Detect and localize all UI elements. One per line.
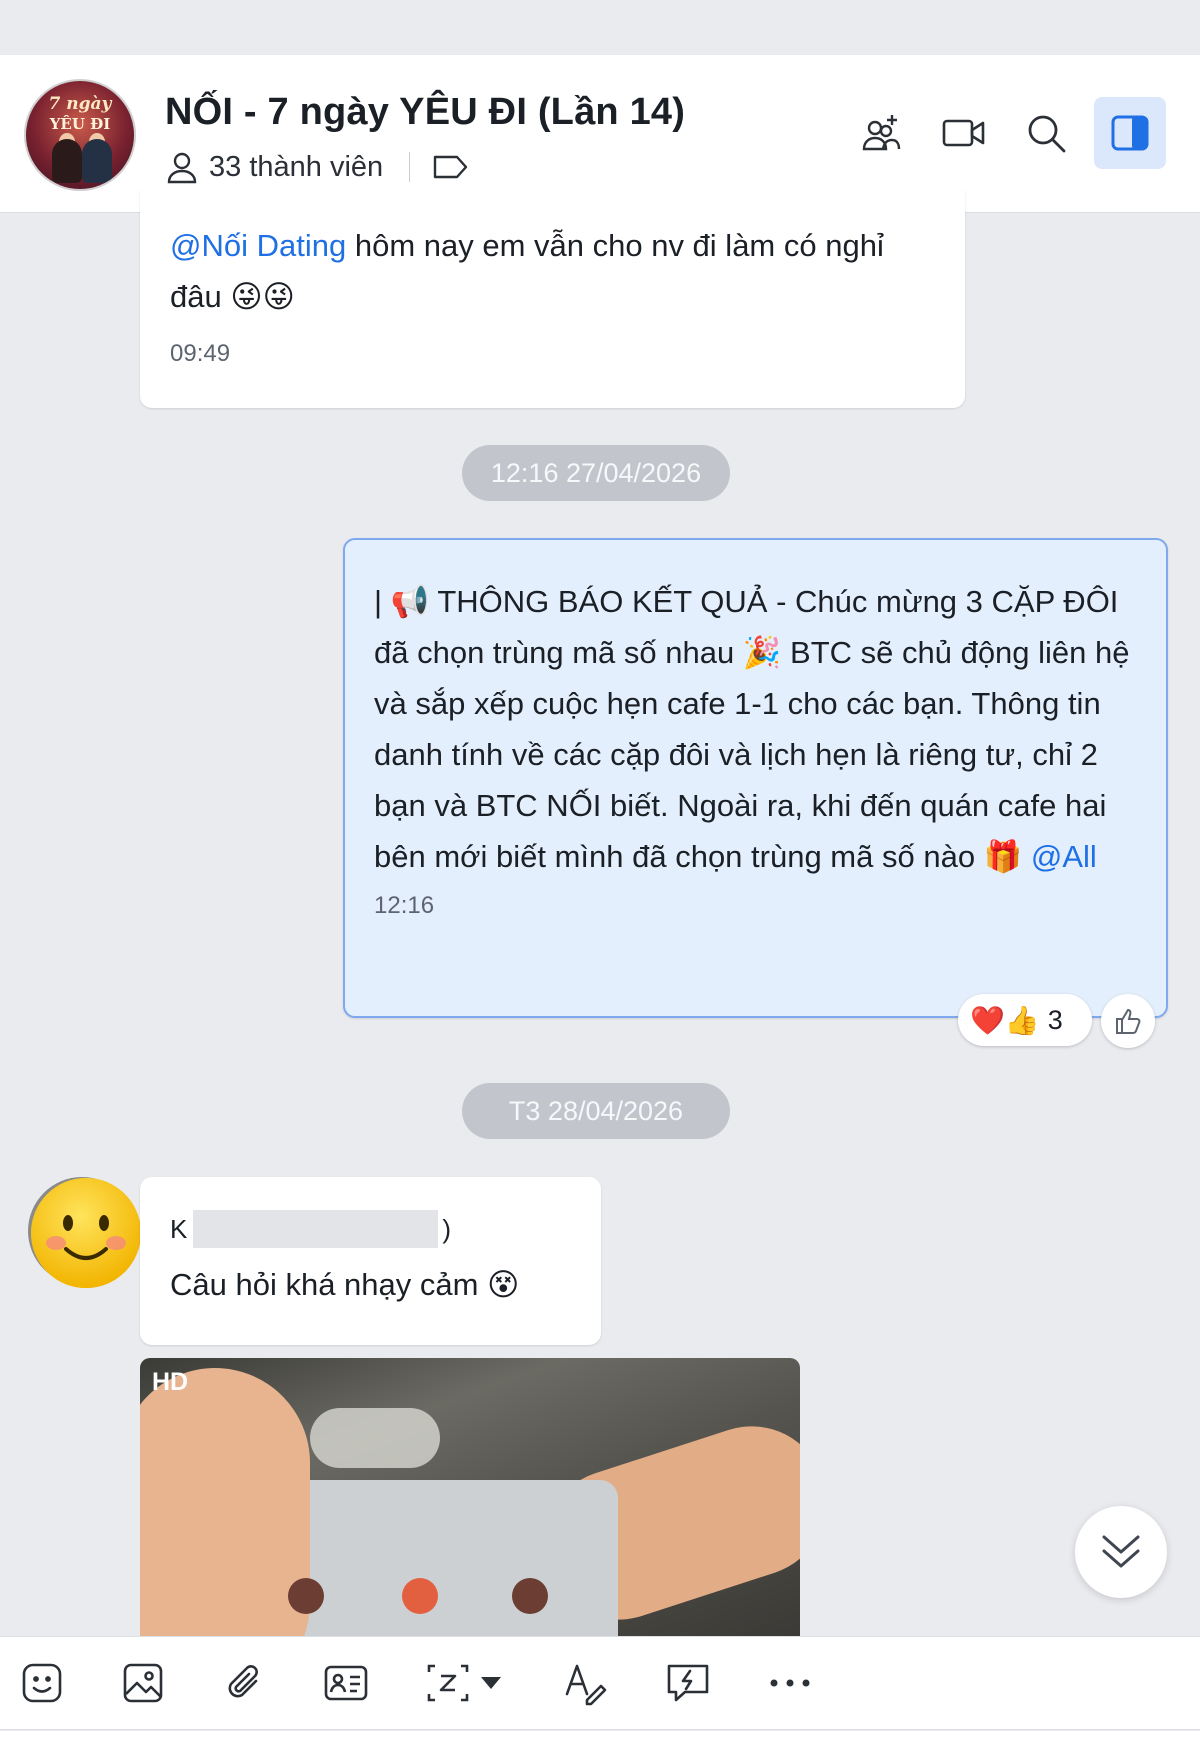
screenshot-button[interactable]: [418, 1653, 478, 1713]
photo-content: [512, 1578, 548, 1614]
quick-message-button[interactable]: [658, 1653, 718, 1713]
format-text-button[interactable]: [556, 1653, 616, 1713]
date-separator: T3 28/04/2026: [462, 1083, 730, 1139]
sender-avatar[interactable]: [26, 1175, 142, 1291]
caret-down-icon: [481, 1677, 501, 1689]
message-time: 09:49: [170, 340, 231, 367]
bottom-bar: [0, 1731, 1200, 1756]
hd-badge: HD: [152, 1368, 189, 1396]
add-member-button[interactable]: [845, 97, 917, 169]
contact-card-icon: [324, 1665, 368, 1701]
image-icon: [123, 1663, 163, 1703]
message-time: 12:16: [374, 892, 435, 919]
message-bubble-own[interactable]: | 📢 THÔNG BÁO KẾT QUẢ - Chúc mừng 3 CẶP …: [343, 538, 1168, 1018]
group-title[interactable]: NỐI - 7 ngày YÊU ĐI (Lần 14): [165, 91, 685, 134]
date-separator: 12:16 27/04/2026: [462, 445, 730, 501]
sender-name-prefix: K: [170, 1213, 188, 1244]
more-button[interactable]: [760, 1653, 820, 1713]
sender-name: K ): [170, 1209, 601, 1249]
photo-content: [402, 1578, 438, 1614]
video-call-icon: [942, 119, 985, 147]
tag-icon[interactable]: [432, 153, 470, 181]
message-body: | 📢 THÔNG BÁO KẾT QUẢ - Chúc mừng 3 CẶP …: [374, 584, 1130, 874]
screenshot-icon: [427, 1664, 469, 1702]
photo-content: [140, 1368, 310, 1636]
search-icon: [1028, 115, 1066, 153]
divider: [409, 152, 411, 182]
search-button[interactable]: [1010, 97, 1082, 169]
thumbs-up-icon: [1116, 1008, 1141, 1034]
composer-toolbar: [0, 1636, 1200, 1730]
sticker-button[interactable]: [12, 1653, 72, 1713]
attach-icon: [228, 1665, 258, 1698]
side-panel-button[interactable]: [1094, 97, 1166, 169]
more-icon: [770, 1679, 810, 1687]
side-panel-icon: [1111, 115, 1149, 151]
person-icon: [167, 152, 197, 184]
double-chevron-down-icon: [1102, 1535, 1140, 1568]
sender-name-suffix: ): [442, 1213, 452, 1244]
avatar-figure: [52, 139, 82, 183]
message-bubble[interactable]: K ) Câu hỏi khá nhạy cảm 😵: [140, 1177, 601, 1345]
sticker-icon: [22, 1663, 62, 1703]
format-text-icon: [565, 1664, 607, 1706]
status-bar: [0, 0, 1200, 55]
mention-link[interactable]: @Nối Dating: [170, 228, 346, 263]
mention-link[interactable]: @All: [1031, 839, 1097, 874]
screenshot-options-dropdown[interactable]: [474, 1653, 508, 1713]
member-info[interactable]: 33 thành viên: [165, 150, 480, 184]
video-call-button[interactable]: [928, 97, 1000, 169]
avatar-figure: [82, 139, 112, 183]
react-button[interactable]: [1101, 994, 1155, 1048]
add-member-icon: [862, 115, 901, 151]
photo-content: [288, 1578, 324, 1614]
group-avatar[interactable]: 7 ngày YÊU ĐI: [24, 79, 136, 191]
image-button[interactable]: [113, 1653, 173, 1713]
reaction-count: 3: [1047, 1004, 1063, 1035]
quick-message-icon: [667, 1664, 709, 1702]
message-body: Câu hỏi khá nhạy cảm 😵: [170, 1267, 520, 1302]
redacted-block: [193, 1210, 439, 1248]
message-text: @Nối Dating hôm nay em vẫn cho nv đi làm…: [170, 220, 935, 322]
reaction-emojis: ❤️👍: [970, 1004, 1040, 1036]
photo-content: [310, 1408, 440, 1468]
member-count: 33 thành viên: [209, 150, 384, 183]
photo-attachment[interactable]: HD: [140, 1358, 800, 1636]
attach-button[interactable]: [214, 1653, 274, 1713]
avatar-text: YÊU ĐI: [49, 115, 111, 133]
avatar-text: 7 ngày: [48, 94, 112, 114]
reaction-summary[interactable]: ❤️👍 3: [958, 994, 1092, 1046]
message-bubble[interactable]: @Nối Dating hôm nay em vẫn cho nv đi làm…: [140, 190, 965, 408]
scroll-to-bottom-button[interactable]: [1075, 1506, 1167, 1598]
contact-card-button[interactable]: [316, 1653, 376, 1713]
message-text: | 📢 THÔNG BÁO KẾT QUẢ - Chúc mừng 3 CẶP …: [374, 576, 1136, 882]
